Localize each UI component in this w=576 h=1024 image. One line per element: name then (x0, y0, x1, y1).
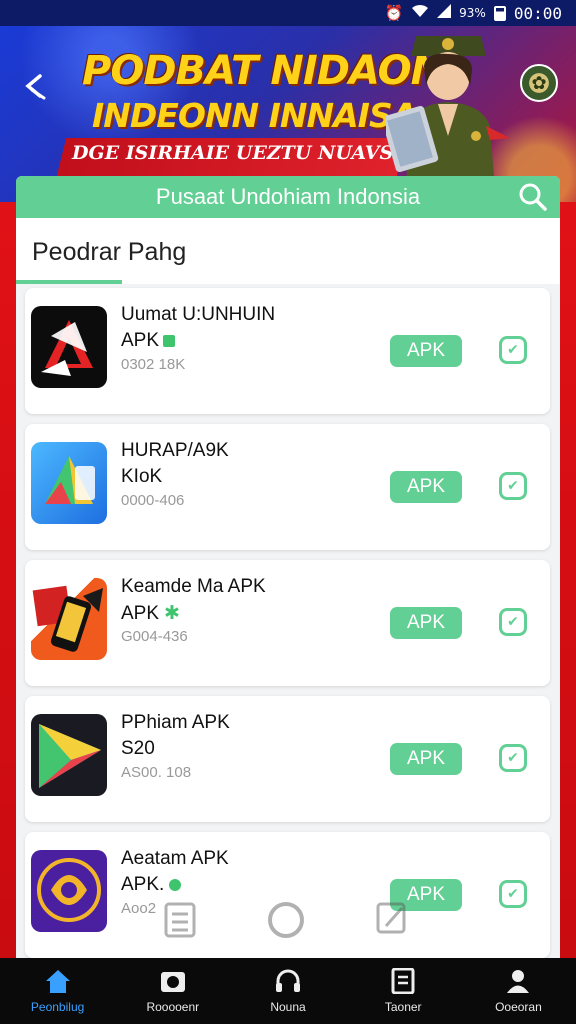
app-subtitle: KIoK (121, 466, 163, 487)
battery-percent: 93% (459, 6, 486, 20)
badge-icon (169, 878, 182, 891)
clock: 00:00 (513, 3, 562, 23)
nav-label: Peonbilug (30, 1000, 85, 1014)
app-icon-phone-cards (31, 578, 107, 660)
main-panel: Pusaat Undohiam Indonsia Peodrar Pahg Uu… (16, 176, 560, 1024)
app-sub-label: APK (121, 603, 160, 624)
app-name: Aeatam APK (121, 848, 229, 869)
nav-label: Taoner (384, 1000, 422, 1014)
app-name: Keamde Ma APK (121, 576, 266, 597)
app-meta: 0000-406 (121, 492, 185, 509)
battery-icon (493, 5, 506, 21)
nav-item-home[interactable]: Peonbilug (0, 958, 115, 1024)
app-icon-red-triangle (31, 306, 107, 388)
apk-download-button[interactable]: APK (390, 335, 462, 367)
edit-overlay-icon (376, 900, 408, 940)
wifi-icon (411, 4, 429, 22)
banner-title-line2: INDEONN INNAISA (92, 96, 417, 135)
list-item[interactable]: Keamde Ma APK APK ✱ G004-436 APK ✔ (25, 560, 550, 686)
home-icon (45, 970, 70, 993)
verify-icon[interactable]: ✔ (499, 744, 527, 772)
banner-subtitle: DGE ISIRHAIE UEZTU NUAVSNON (72, 142, 445, 164)
app-meta: AS00. 108 (121, 764, 192, 781)
app-icon-play-triangle (31, 714, 107, 796)
tab-indicator (16, 280, 122, 284)
app-name: HURAP/A9K (121, 440, 229, 461)
apk-download-button[interactable]: APK (390, 743, 462, 775)
list-item[interactable]: Uumat U:UNHUIN APK 0302 18K APK ✔ (25, 288, 550, 414)
verify-icon[interactable]: ✔ (499, 880, 527, 908)
banner-title: PODBAT NIDAON (82, 48, 444, 94)
app-icon-purple-flower (31, 850, 107, 932)
verify-icon[interactable]: ✔ (499, 608, 527, 636)
app-subtitle: S20 (121, 738, 155, 759)
user-avatar[interactable]: ✿ (520, 64, 558, 102)
apk-download-button[interactable]: APK (390, 471, 462, 503)
app-name: PPhiam APK (121, 712, 230, 733)
star-icon: ✱ (164, 603, 180, 624)
nav-item-documents[interactable]: Taoner (346, 958, 461, 1024)
search-icon[interactable] (518, 182, 548, 212)
app-meta: 0302 18K (121, 356, 186, 373)
app-meta: Aoo2 (121, 900, 157, 917)
alarm-icon: ⏰ (384, 4, 404, 22)
search-header: Pusaat Undohiam Indonsia (16, 176, 560, 218)
verify-icon[interactable]: ✔ (499, 472, 527, 500)
section-tab[interactable]: Peodrar Pahg (16, 218, 560, 284)
profile-icon (507, 970, 530, 993)
app-sub-label: APK (121, 330, 160, 351)
bottom-nav: Peonbilug Rooooenr Nouna Taoner Ooeoran (0, 958, 576, 1024)
status-bar: ⏰ 93% 00:00 (0, 0, 576, 26)
back-button[interactable] (20, 70, 52, 102)
apk-download-button[interactable]: APK (390, 607, 462, 639)
list-overlay-icon (164, 900, 196, 942)
badge-icon (163, 334, 176, 347)
nav-item-support[interactable]: Nouna (230, 958, 345, 1024)
section-label: Peodrar Pahg (32, 238, 187, 266)
list-item[interactable]: PPhiam APK S20 AS00. 108 APK ✔ (25, 696, 550, 822)
app-subtitle: APK ✱ (121, 602, 180, 625)
document-icon (391, 968, 415, 994)
app-name: Uumat U:UNHUIN (121, 304, 276, 325)
nav-label: Ooeoran (495, 1000, 542, 1014)
list-item[interactable]: HURAP/A9K KIoK 0000-406 APK ✔ (25, 424, 550, 550)
headset-icon (276, 969, 300, 992)
signal-icon (437, 4, 452, 22)
nav-label: Rooooenr (146, 1000, 200, 1014)
page-title: Pusaat Undohiam Indonsia (155, 184, 421, 209)
verify-icon[interactable]: ✔ (499, 336, 527, 364)
app-meta: G004-436 (121, 628, 188, 645)
app-sub-label: APK. (121, 874, 165, 895)
camera-icon (160, 972, 185, 992)
circle-overlay-icon (266, 900, 306, 944)
app-subtitle: APK (121, 330, 176, 352)
nav-item-profile[interactable]: Ooeoran (461, 958, 576, 1024)
nav-item-camera[interactable]: Rooooenr (115, 958, 230, 1024)
nav-label: Nouna (270, 1000, 306, 1014)
back-arrow-icon (25, 74, 46, 100)
app-subtitle: APK. (121, 874, 182, 896)
app-icon-blue-triangle (31, 442, 107, 524)
